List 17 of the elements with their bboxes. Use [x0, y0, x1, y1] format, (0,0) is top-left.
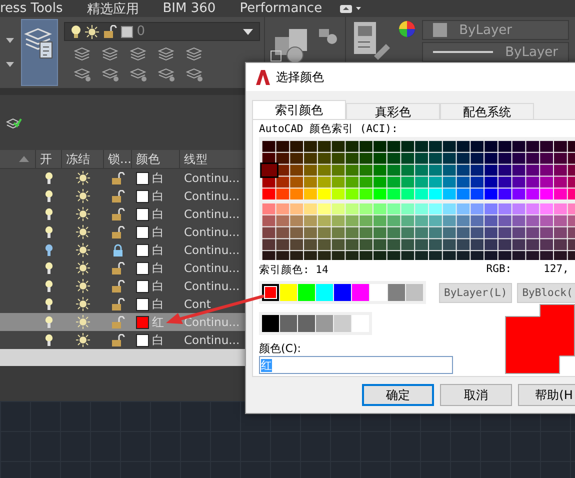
color-name: 白: [152, 332, 164, 348]
color-field-label: 颜色(C):: [259, 341, 302, 356]
color-name: 白: [152, 170, 164, 186]
color-name: 白: [152, 278, 164, 294]
color-name: 白: [152, 188, 164, 204]
color-name: 白: [152, 296, 164, 312]
color-name: 白: [152, 260, 164, 276]
palette-label: AutoCAD 颜色索引 (ACI):: [259, 122, 399, 136]
color-name: 白: [152, 206, 164, 222]
layer-name: 0: [136, 24, 145, 39]
dialog-title: 选择颜色: [276, 68, 324, 86]
color-name: 白: [152, 242, 164, 258]
color-name: 红: [152, 314, 164, 330]
index-color-label: 索引颜色: 14: [259, 263, 328, 277]
color-name: 白: [152, 224, 164, 240]
rgb-label: RGB:: [486, 263, 512, 277]
rgb-value: 127,: [544, 263, 569, 277]
